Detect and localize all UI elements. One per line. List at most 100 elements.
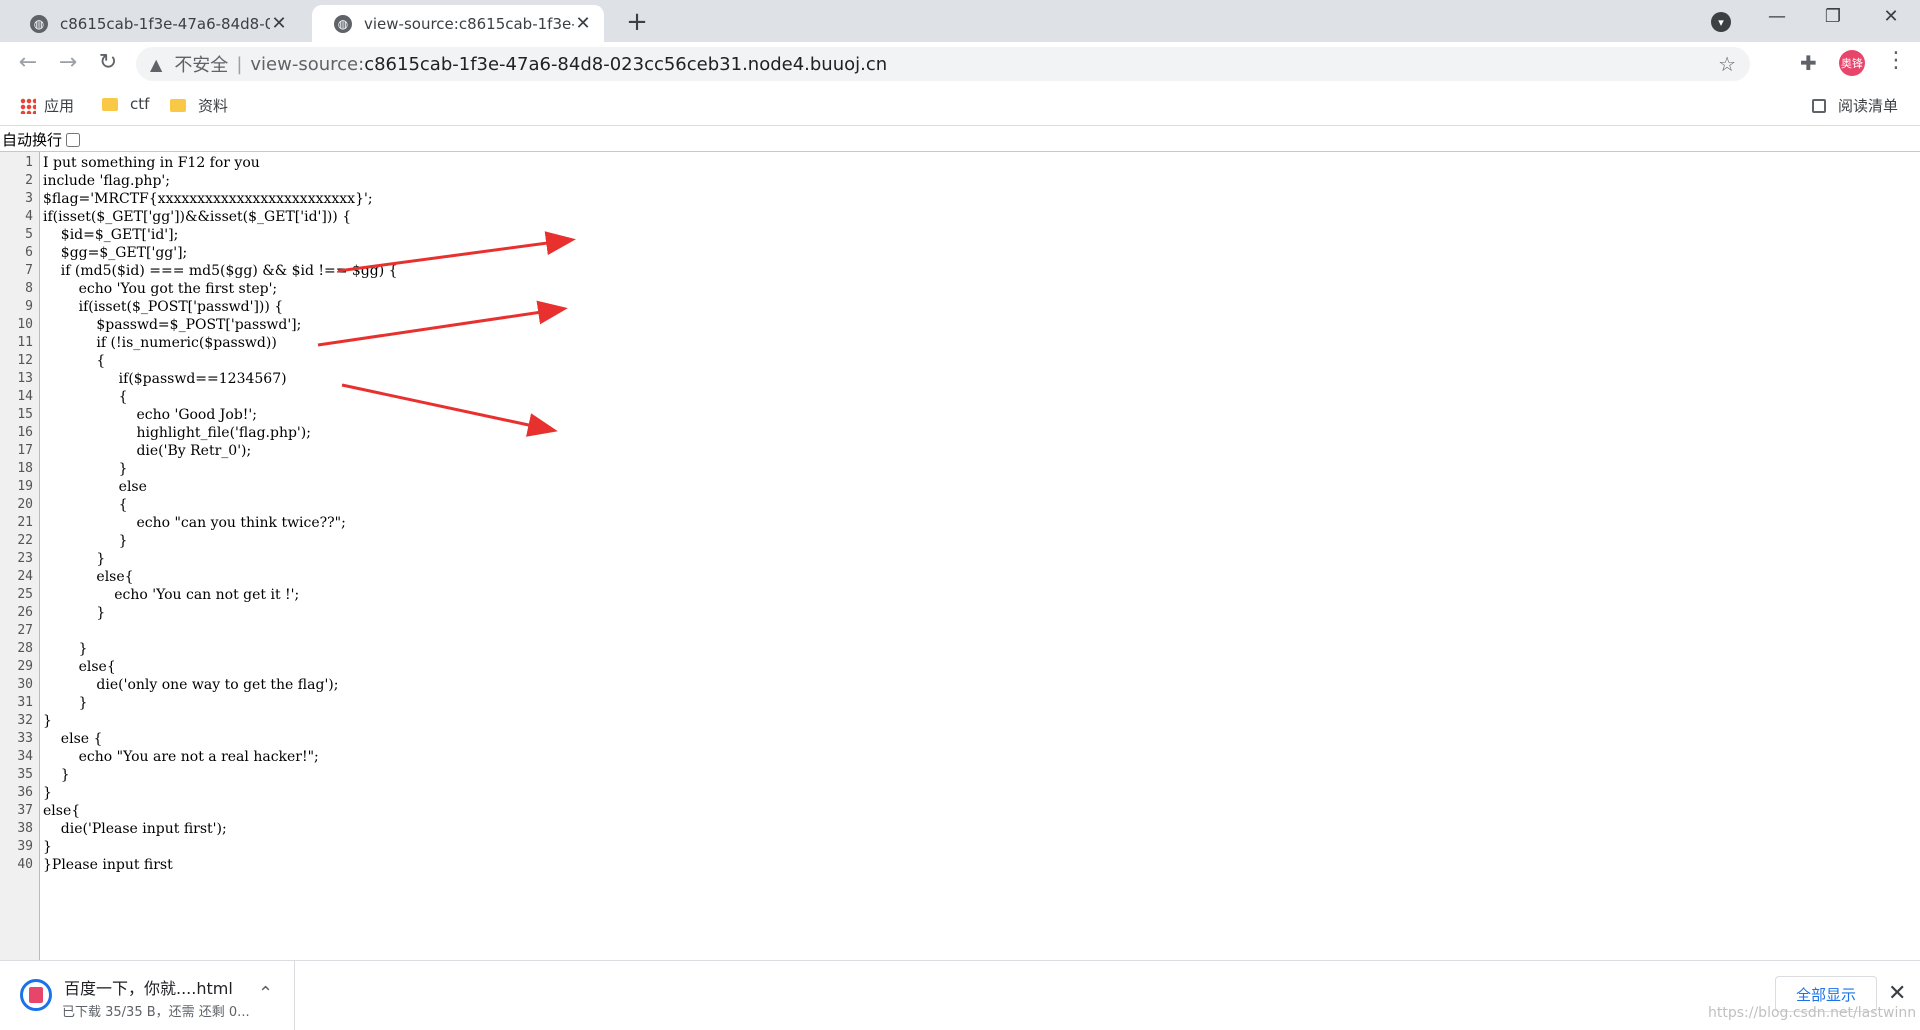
code-line: 36} — [0, 784, 1920, 802]
line-number: 28 — [17, 641, 33, 656]
code-line: 25 echo 'You can not get it !'; — [0, 586, 1920, 604]
code-line: 10 $passwd=$_POST['passwd']; — [0, 316, 1920, 334]
line-number: 13 — [17, 371, 33, 386]
close-window-icon[interactable]: ✕ — [1876, 6, 1906, 27]
chevron-up-icon[interactable]: ⌃ — [258, 983, 273, 1004]
code-line: 4 if(isset($_GET['gg'])&&isset($_GET['id'… — [0, 208, 1920, 226]
restore-icon[interactable]: ❐ — [1818, 6, 1848, 27]
code-line: 24 else{ — [0, 568, 1920, 586]
line-text: } — [43, 839, 52, 855]
line-text: }Please input first — [43, 857, 173, 873]
code-line: 6 $gg=$_GET['gg']; — [0, 244, 1920, 262]
line-text: } — [43, 533, 128, 549]
line-text: echo 'Good Job!'; — [43, 407, 257, 423]
extensions-icon[interactable]: ✚ — [1800, 51, 1817, 75]
line-text: if($passwd==1234567) — [43, 371, 287, 387]
line-text: if(isset($_POST['passwd'])) { — [43, 299, 284, 315]
url-host: c8615cab-1f3e-47a6-84d8-023cc56ceb31.nod… — [364, 53, 888, 75]
security-label[interactable]: 不安全 — [174, 51, 228, 77]
reading-list-button[interactable]: 阅读清单 — [1812, 95, 1898, 116]
line-text: include 'flag.php'; — [43, 173, 170, 189]
tab-0[interactable]: ◍ c8615cab-1f3e-47a6-84d8-023cc56ceb31.n… — [8, 5, 300, 42]
line-number: 12 — [17, 353, 33, 368]
close-icon[interactable]: ✕ — [1888, 981, 1906, 1006]
line-text: else { — [43, 731, 103, 747]
code-line: 35 } — [0, 766, 1920, 784]
bookmark-apps[interactable]: 应用 — [20, 95, 74, 116]
apps-icon — [20, 97, 36, 114]
line-number: 35 — [17, 767, 33, 782]
line-number: 33 — [17, 731, 33, 746]
line-text: } — [43, 641, 88, 657]
line-text: if (md5($id) === md5($gg) && $id !== $gg… — [43, 263, 398, 279]
avatar[interactable]: 奥锋 — [1839, 50, 1865, 76]
code-line: 7 if (md5($id) === md5($gg) && $id !== $… — [0, 262, 1920, 280]
code-line: 2 include 'flag.php'; — [0, 172, 1920, 190]
more-menu-icon[interactable]: ⋮ — [1885, 48, 1907, 73]
line-text: else{ — [43, 569, 134, 585]
code-line: 9 if(isset($_POST['passwd'])) { — [0, 298, 1920, 316]
line-text: } — [43, 785, 52, 801]
code-line: 1 I put something in F12 for you — [0, 154, 1920, 172]
globe-icon: ◍ — [334, 14, 352, 33]
line-number: 15 — [17, 407, 33, 422]
forward-icon[interactable]: → — [54, 50, 82, 75]
code-line: 3 $flag='MRCTF{xxxxxxxxxxxxxxxxxxxxxxxxx}… — [0, 190, 1920, 208]
code-line: 18 } — [0, 460, 1920, 478]
line-number: 37 — [17, 803, 33, 818]
close-icon[interactable]: ✕ — [574, 13, 592, 34]
star-icon[interactable]: ☆ — [1718, 52, 1736, 76]
line-text: else{ — [43, 659, 116, 675]
reload-icon[interactable]: ↻ — [94, 50, 122, 75]
code-line: 16 highlight_file('flag.php'); — [0, 424, 1920, 442]
bookmarks-bar: 应用 ctf 资料 阅读清单 — [0, 86, 1920, 126]
tab-strip: ◍ c8615cab-1f3e-47a6-84d8-023cc56ceb31.n… — [0, 0, 1920, 42]
code-line: 39} — [0, 838, 1920, 856]
line-text: highlight_file('flag.php'); — [43, 425, 311, 441]
line-number: 23 — [17, 551, 33, 566]
globe-icon: ◍ — [30, 14, 48, 33]
line-number: 10 — [17, 317, 33, 332]
code-line: 40}Please input first — [0, 856, 1920, 874]
code-line: 29 else{ — [0, 658, 1920, 676]
line-wrap-checkbox[interactable] — [66, 132, 81, 147]
line-number: 38 — [17, 821, 33, 836]
code-line: 31 } — [0, 694, 1920, 712]
bookmark-label: 应用 — [44, 97, 75, 115]
line-text: } — [43, 605, 106, 621]
minimize-icon[interactable]: — — [1762, 6, 1792, 27]
code-line: 37 else{ — [0, 802, 1920, 820]
code-line: 13 if($passwd==1234567) — [0, 370, 1920, 388]
line-text: { — [43, 353, 106, 369]
line-number: 31 — [17, 695, 33, 710]
line-text: } — [43, 551, 106, 567]
code-line: 11 if (!is_numeric($passwd)) — [0, 334, 1920, 352]
bookmark-ctf[interactable]: ctf — [100, 95, 149, 113]
back-icon[interactable]: ← — [14, 50, 42, 75]
url-scheme: view-source: — [250, 53, 365, 75]
code-line: 33 else { — [0, 730, 1920, 748]
line-number: 39 — [17, 839, 33, 854]
line-number: 19 — [17, 479, 33, 494]
code-line: 8 echo 'You got the first step'; — [0, 280, 1920, 298]
line-text: echo 'You got the first step'; — [43, 281, 278, 297]
reading-list-icon — [1812, 98, 1826, 113]
line-number: 25 — [17, 587, 33, 602]
download-item[interactable]: 百度一下，你就....html 已下载 35/35 B，还需 还剩 0... ⌃ — [0, 961, 295, 1030]
tab-search-icon[interactable]: ▾ — [1711, 12, 1731, 32]
line-text: die('only one way to get the flag'); — [43, 677, 339, 693]
line-text: $flag='MRCTF{xxxxxxxxxxxxxxxxxxxxxxxxx}'… — [43, 191, 373, 207]
separator: | — [236, 53, 243, 75]
line-text: { — [43, 389, 128, 405]
tab-title: view-source:c8615cab-1f3e-47a6-84d8-023c… — [364, 14, 574, 33]
tab-1[interactable]: ◍ view-source:c8615cab-1f3e-47a6-84d8-02… — [312, 5, 604, 42]
line-number: 1 — [25, 155, 33, 170]
download-status: 已下载 35/35 B，还需 还剩 0... — [62, 1005, 250, 1020]
address-bar[interactable]: ▲ 不安全 | view-source: c8615cab-1f3e-47a6-… — [136, 47, 1750, 81]
line-number: 34 — [17, 749, 33, 764]
close-icon[interactable]: ✕ — [270, 13, 288, 34]
bookmark-ziliao[interactable]: 资料 — [168, 95, 228, 116]
warning-icon[interactable]: ▲ — [150, 55, 162, 74]
line-number: 27 — [17, 623, 33, 638]
plus-icon[interactable]: + — [622, 7, 652, 37]
